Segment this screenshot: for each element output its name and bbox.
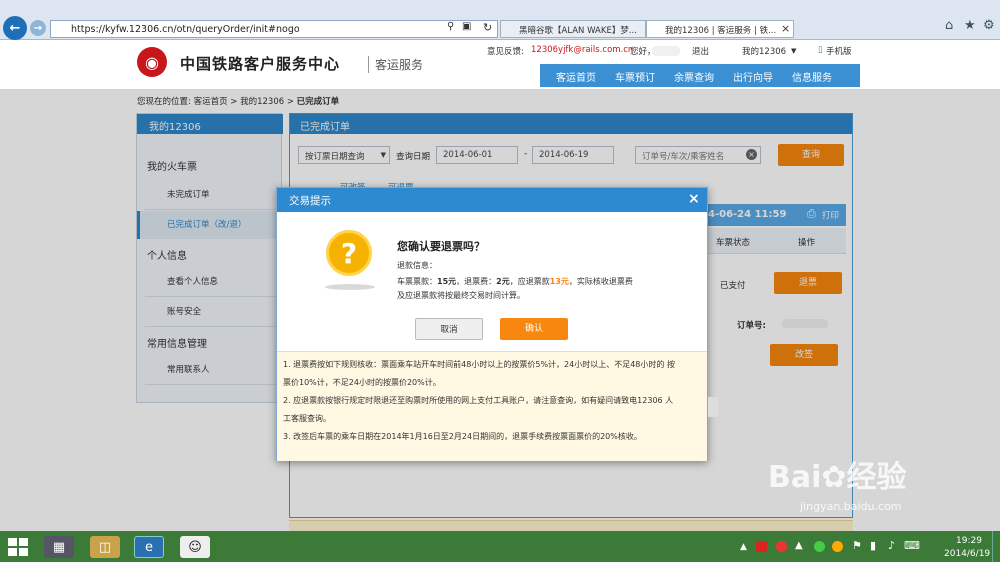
phone-icon: ▯ — [818, 45, 823, 55]
search-icon[interactable]: ⚲ — [447, 21, 454, 32]
note-line-5: 3. 改签后车票的乘车日期在2014年1月16日至2月24日期间的，退票手续费按… — [283, 432, 642, 441]
tray-volume-icon[interactable]: ♪ — [888, 539, 895, 552]
refresh-icon[interactable]: ↻ — [483, 21, 492, 34]
my12306-menu[interactable]: 我的12306 — [742, 45, 786, 57]
forward-button[interactable]: → — [30, 20, 46, 36]
tab-2-title: 我的12306 | 客运服务 | 铁... — [665, 26, 777, 36]
note-line-2: 票价10%计，不足24小时的按票价20%计。 — [283, 378, 441, 387]
note-line-1: 1. 退票费按如下规则核收：票面乘车站开车时间前48小时以上的按票价5%计，24… — [283, 360, 675, 369]
logout-link[interactable]: 退出 — [692, 45, 709, 57]
question-shadow — [325, 284, 375, 290]
cancel-button[interactable]: 取消 — [415, 318, 483, 340]
tray-app-icon[interactable] — [776, 541, 787, 552]
refund-value: 13元 — [549, 277, 569, 286]
tray-flag-icon[interactable]: ⚑ — [852, 539, 862, 552]
tray-keyboard-icon[interactable]: ⌨ — [904, 539, 920, 552]
file-explorer-icon[interactable]: ◫ — [90, 536, 120, 558]
internet-explorer-icon[interactable]: e — [134, 536, 164, 558]
tray-update-icon[interactable] — [832, 541, 843, 552]
refund-info-label: 退款信息： — [397, 261, 437, 270]
note-line-4: 工客服查询。 — [283, 414, 331, 423]
media-player-icon[interactable]: ▦ — [44, 536, 74, 558]
tray-antivirus-icon[interactable] — [756, 541, 767, 552]
username-redacted — [652, 46, 680, 56]
taskbar-time[interactable]: 19:29 — [956, 536, 982, 546]
refund-label: ，应退票款 — [509, 277, 550, 286]
browser-tab-2[interactable]: 我的12306 | 客运服务 | 铁... — [646, 20, 794, 38]
question-icon: ? — [326, 230, 372, 276]
note-line-3: 2. 应退票款按银行规定时限退还至购票时所使用的网上支付工具账户，请注意查询，如… — [283, 396, 674, 405]
background-button-ghost — [708, 397, 718, 417]
favorites-icon[interactable]: ★ — [964, 18, 976, 33]
browser-tab-1[interactable]: 黑暗谷歌【ALAN WAKE】梦... — [500, 20, 646, 38]
fee-value: 2元 — [496, 277, 510, 286]
dialog-title: 交易提示 — [277, 188, 707, 212]
dialog-question: 您确认要退票吗？ — [397, 240, 485, 253]
nav-home[interactable]: 客运首页 — [556, 69, 596, 84]
watermark-brand: Bai — [768, 460, 822, 495]
refund-info-line: 车票票款：15元，退票费：2元，应退票款13元，实际核收退票费 — [397, 276, 633, 287]
mobile-link[interactable]: 手机版 — [826, 45, 852, 57]
tab-1-title: 黑暗谷歌【ALAN WAKE】梦... — [519, 26, 637, 36]
taskbar-date[interactable]: 2014/6/19 — [944, 549, 990, 559]
address-bar[interactable]: https://kyfw.12306.cn/otn/queryOrder/ini… — [50, 20, 498, 38]
windows-start-icon[interactable] — [8, 538, 28, 556]
feedback-label: 意见反馈: — [487, 47, 524, 57]
refund-info-line-2: 及应退票款将按最终交易时间计算。 — [397, 291, 525, 300]
baidu-watermark: Bai✿经验 — [768, 452, 907, 496]
qq-icon[interactable]: ☺ — [180, 536, 210, 558]
nav-tickets[interactable]: 余票查询 — [674, 69, 714, 84]
back-button[interactable]: ← — [3, 16, 27, 40]
confirm-button[interactable]: 确认 — [500, 318, 568, 340]
refund-rules-notes: 1. 退票费按如下规则核收：票面乘车站开车时间前48小时以上的按票价5%计，24… — [277, 351, 707, 461]
nav-booking[interactable]: 车票预订 — [615, 69, 655, 84]
fare-tail: ，实际核收退票费 — [568, 277, 633, 286]
watermark-cn: 经验 — [846, 460, 907, 495]
paw-icon: ✿ — [821, 460, 847, 495]
nav-info[interactable]: 信息服务 — [792, 69, 832, 84]
chevron-down-icon[interactable]: ▼ — [791, 47, 796, 55]
tray-security-icon[interactable] — [814, 541, 825, 552]
fare-label: 车票票款： — [397, 277, 437, 286]
show-desktop-button[interactable] — [992, 531, 1000, 562]
tray-battery-icon[interactable]: ▮ — [870, 539, 876, 552]
nav-guide[interactable]: 出行向导 — [733, 69, 773, 84]
tray-chevron-icon[interactable]: ▲ — [740, 542, 747, 552]
tab-close-icon[interactable]: × — [781, 22, 790, 35]
tray-network-icon[interactable]: ▲ — [795, 540, 803, 551]
fee-label: ，退票费： — [456, 277, 497, 286]
logo-title: 中国铁路客户服务中心 — [180, 55, 341, 73]
watermark-url: jingyan.baidu.com — [800, 500, 902, 513]
settings-icon[interactable]: ⚙ — [983, 18, 995, 33]
refund-dialog: 交易提示 × ? 您确认要退票吗？ 退款信息： 车票票款：15元，退票费：2元，… — [276, 187, 708, 461]
fare-value: 15元 — [437, 277, 457, 286]
main-nav: 客运首页 车票预订 余票查询 出行向导 信息服务 — [540, 64, 860, 87]
url-text: https://kyfw.12306.cn/otn/queryOrder/ini… — [71, 23, 300, 35]
feedback-email[interactable]: 12306yjfk@rails.com.cn — [531, 45, 633, 55]
lock-icon[interactable]: ▣ — [462, 21, 471, 32]
railway-logo-icon: ◉ — [137, 47, 167, 77]
home-icon[interactable]: ⌂ — [945, 18, 953, 33]
dialog-close-button[interactable]: × — [688, 191, 700, 207]
logo-subtitle: 客运服务 — [368, 56, 423, 73]
